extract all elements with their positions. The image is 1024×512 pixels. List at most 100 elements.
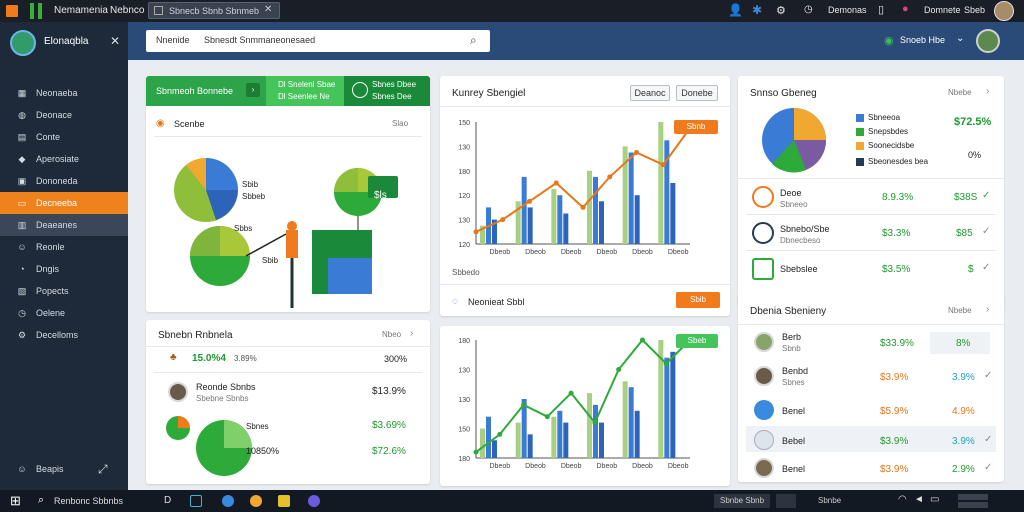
user-label: Domnete bbox=[924, 5, 961, 15]
windows-icon[interactable]: ⊞ bbox=[10, 493, 21, 509]
alert-icon[interactable]: ● bbox=[902, 3, 909, 15]
phone-icon[interactable]: ▯ bbox=[878, 3, 884, 16]
tab-overview[interactable]: Sbnmeoh Bonnebe › bbox=[146, 76, 266, 106]
card-menu[interactable]: Slao bbox=[392, 119, 408, 128]
sidebar-item-5[interactable]: ▭ Decneeba bbox=[0, 192, 128, 214]
person-avatar[interactable] bbox=[168, 382, 188, 402]
chevron-right-icon[interactable]: › bbox=[986, 304, 989, 315]
search-icon[interactable]: ⌕ bbox=[470, 33, 477, 48]
person-value: $13.9% bbox=[372, 386, 406, 397]
check-icon[interactable]: ✓ bbox=[984, 434, 992, 445]
card-menu[interactable]: Nbebe bbox=[948, 88, 972, 97]
battery-icon[interactable]: ▭ bbox=[930, 494, 939, 505]
menu-item[interactable]: Nebnco bbox=[110, 5, 144, 16]
sidebar-item-1[interactable]: ◍ Deonace bbox=[0, 104, 128, 126]
sidebar-item-11[interactable]: ⚙ Decelloms bbox=[0, 324, 128, 346]
bar bbox=[670, 183, 676, 244]
folder-icon[interactable] bbox=[278, 495, 290, 507]
y-tick-label: 120 bbox=[458, 193, 470, 200]
user-avatar[interactable] bbox=[994, 1, 1014, 21]
taskbar-item-label[interactable]: Sbnbe bbox=[818, 496, 841, 505]
footer-button[interactable]: Sbib bbox=[676, 292, 720, 308]
bar bbox=[486, 416, 491, 458]
date-widget[interactable] bbox=[958, 502, 988, 508]
check-icon[interactable]: ✓ bbox=[984, 462, 992, 473]
person-avatar[interactable] bbox=[754, 366, 774, 386]
sidebar-footer-item[interactable]: ☺ Beapis bbox=[0, 458, 128, 480]
refresh-icon[interactable]: ◌ bbox=[452, 296, 458, 307]
sidebar-item-10[interactable]: ◷ Oelene bbox=[0, 302, 128, 324]
sidebar-item-6[interactable]: ▥ Deaeanes bbox=[0, 214, 128, 236]
card-menu[interactable]: Nbebe bbox=[948, 306, 972, 315]
search-icon[interactable]: ⌕ bbox=[38, 494, 44, 507]
chevron-right-icon[interactable]: › bbox=[986, 86, 989, 97]
sidebar-item-8[interactable]: ◔ Dngis bbox=[0, 258, 128, 280]
tag-icon: ▧ bbox=[17, 285, 27, 296]
speaker-icon[interactable]: ◄ bbox=[914, 494, 924, 505]
sidebar-item-4[interactable]: ▣ Dononeda bbox=[0, 170, 128, 192]
taskbar-search[interactable]: Renbonc Sbbnbs bbox=[54, 496, 123, 506]
trend-point bbox=[568, 390, 574, 396]
taskbar-item[interactable] bbox=[776, 494, 796, 508]
tab-summary[interactable]: Sbnes Dbee Sbnes Dee bbox=[344, 76, 430, 106]
notifications-label[interactable]: Demonas bbox=[828, 5, 867, 15]
sidebar: Elonaqbla ✕ ▦ Neonaeba ◍ Deonace ▤ Conte ◆ A… bbox=[0, 22, 128, 490]
x-tick-label: Dbeob bbox=[668, 463, 689, 470]
trend-point bbox=[592, 420, 598, 426]
person-avatar[interactable] bbox=[754, 458, 774, 478]
filter-button[interactable]: Deanoc bbox=[630, 85, 670, 101]
person-icon[interactable]: 👤 bbox=[728, 3, 743, 17]
check-icon[interactable]: ✓ bbox=[982, 190, 990, 201]
legend-swatch bbox=[856, 142, 864, 150]
tab-stats[interactable]: Dl Snelenl Sbae Dl Seenlee Ne bbox=[266, 76, 344, 106]
browser-tab[interactable]: Sbnecb Sbnb Sbnmeb bbox=[148, 2, 280, 19]
bar bbox=[599, 422, 604, 458]
sidebar-item-7[interactable]: ☺ Reonle bbox=[0, 236, 128, 258]
explorer-icon[interactable] bbox=[190, 495, 202, 507]
bar bbox=[551, 189, 557, 244]
divider bbox=[746, 250, 996, 251]
bar bbox=[551, 416, 557, 458]
trend-point bbox=[500, 217, 506, 223]
chevron-right-icon[interactable]: › bbox=[410, 328, 413, 339]
check-icon[interactable]: ✓ bbox=[982, 226, 990, 237]
pie-label: Sbib bbox=[262, 256, 279, 265]
close-tab-icon[interactable]: ✕ bbox=[264, 4, 272, 15]
chat-icon: ◆ bbox=[18, 153, 26, 164]
divider bbox=[440, 106, 730, 107]
trend-point bbox=[660, 162, 666, 168]
bar bbox=[593, 404, 598, 458]
check-icon[interactable]: ✓ bbox=[984, 370, 992, 381]
export-button[interactable]: Donebe bbox=[676, 85, 718, 101]
app-icon[interactable] bbox=[308, 495, 320, 507]
taskbar-item[interactable]: Sbnbe Sbnb bbox=[714, 494, 770, 508]
person-avatar[interactable] bbox=[754, 332, 774, 352]
bluetooth-icon[interactable]: ✱ bbox=[752, 3, 762, 17]
bar bbox=[563, 213, 569, 244]
gear-icon[interactable]: ⚙ bbox=[776, 4, 786, 17]
close-sidebar-icon[interactable]: ✕ bbox=[110, 34, 120, 48]
clock-widget[interactable] bbox=[958, 494, 988, 500]
search-input[interactable]: Nnenide Sbnesdt Snmmaneonesaed ⌕ bbox=[146, 30, 490, 52]
card-menu[interactable]: Nbeo bbox=[382, 330, 401, 339]
sidebar-item-2[interactable]: ▤ Conte bbox=[0, 126, 128, 148]
expand-icon[interactable]: ⤢ bbox=[98, 462, 108, 477]
trend-point bbox=[580, 204, 586, 210]
wifi-icon[interactable]: ◠ bbox=[898, 494, 907, 505]
trend-point bbox=[473, 449, 479, 455]
chevron-down-icon[interactable]: ⌄ bbox=[956, 33, 964, 44]
task-view-icon[interactable]: D bbox=[164, 495, 171, 506]
sidebar-item-0[interactable]: ▦ Neonaeba bbox=[0, 82, 128, 104]
row-pct: $3.3% bbox=[882, 228, 911, 239]
row-amount: $ bbox=[968, 264, 974, 275]
x-tick-label: Dbeob bbox=[490, 249, 511, 256]
dashboard-app: Elonaqbla ✕ ▦ Neonaeba ◍ Deonace ▤ Conte ◆ A… bbox=[0, 22, 1024, 490]
sidebar-item-9[interactable]: ▧ Popects bbox=[0, 280, 128, 302]
browser-icon[interactable] bbox=[222, 495, 234, 507]
header-avatar[interactable] bbox=[976, 29, 1000, 53]
check-icon[interactable]: ✓ bbox=[982, 262, 990, 273]
chrome-icon[interactable] bbox=[250, 495, 262, 507]
row-amount: $38S bbox=[954, 192, 978, 203]
sidebar-item-3[interactable]: ◆ Aperosiate bbox=[0, 148, 128, 170]
y-tick-label: 150 bbox=[458, 120, 470, 127]
